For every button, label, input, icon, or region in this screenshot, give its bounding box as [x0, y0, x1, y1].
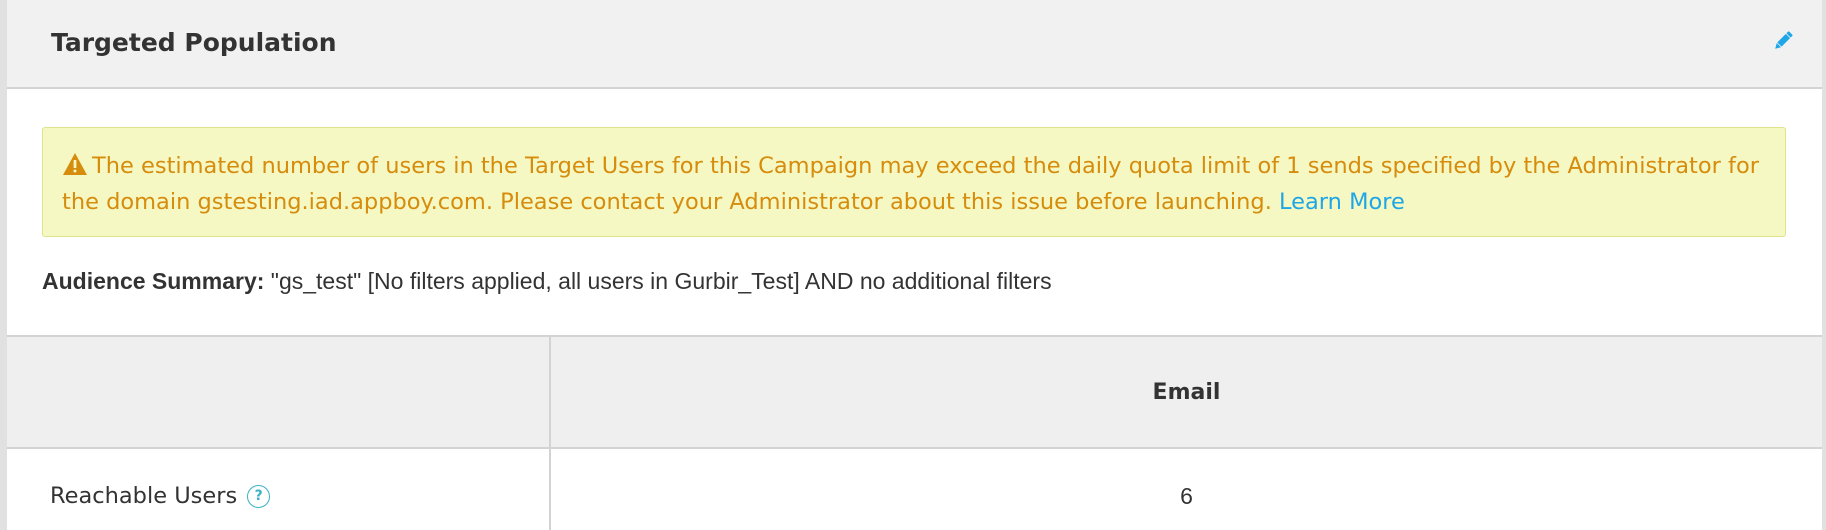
row-label-cell: Reachable Users ?	[7, 449, 551, 530]
panel-title: Targeted Population	[51, 28, 337, 57]
reachable-users-email-value: 6	[1180, 483, 1193, 509]
reachable-users-value-cell: 6	[551, 449, 1822, 530]
reachable-users-text: Reachable Users	[50, 483, 238, 509]
targeted-population-panel: Targeted Population The estimated number…	[0, 0, 1826, 530]
reachability-table: Email Reachable Users ? 6	[7, 335, 1822, 530]
question-circle-icon[interactable]: ?	[247, 484, 271, 508]
audience-summary-text: "gs_test" [No filters applied, all users…	[270, 268, 1052, 294]
table-header-row: Email	[7, 337, 1822, 449]
quota-warning-banner: The estimated number of users in the Tar…	[42, 127, 1786, 237]
warning-message: The estimated number of users in the Tar…	[62, 153, 1759, 215]
table-header-email: Email	[551, 337, 1822, 447]
table-header-empty-cell	[7, 337, 551, 447]
audience-summary: Audience Summary: "gs_test" [No filters …	[42, 268, 1052, 295]
reachable-users-label: Reachable Users ?	[50, 483, 271, 509]
learn-more-link[interactable]: Learn More	[1279, 189, 1405, 215]
column-title-email: Email	[1152, 379, 1221, 405]
edit-button[interactable]	[1768, 26, 1798, 56]
panel-header: Targeted Population	[7, 0, 1822, 89]
pencil-icon	[1775, 31, 1793, 49]
table-row: Reachable Users ? 6	[7, 449, 1822, 530]
audience-summary-label: Audience Summary:	[42, 268, 265, 294]
warning-triangle-icon	[63, 153, 87, 175]
